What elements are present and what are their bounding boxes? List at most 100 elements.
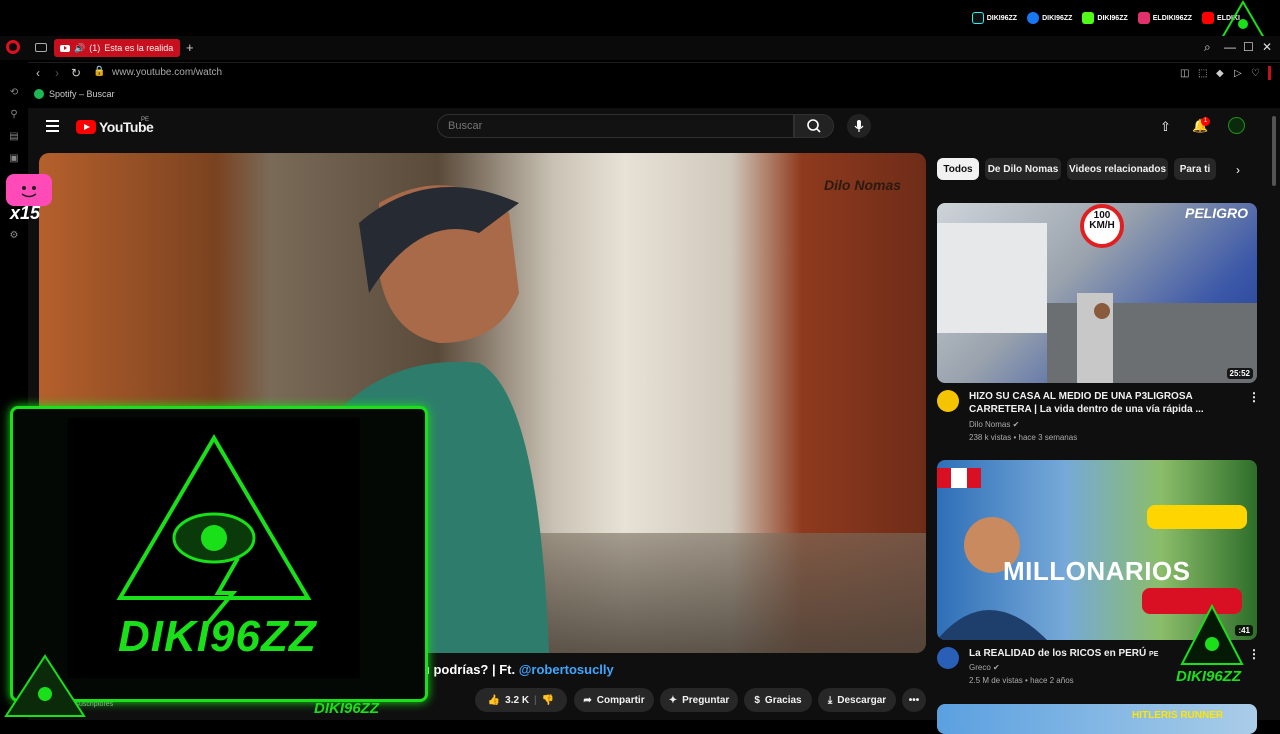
- verified-icon: ✔: [1012, 420, 1020, 429]
- video-duration: 25:52: [1226, 368, 1253, 379]
- social-kick: DIKI96ZZ: [1082, 12, 1128, 24]
- country-code: PE: [141, 117, 150, 123]
- youtube-logo-icon: [76, 120, 96, 134]
- rec-thumbnail[interactable]: 100 KM/H PELIGRO 25:52: [937, 203, 1257, 383]
- thanks-button[interactable]: $ Gracias: [744, 688, 812, 712]
- scrollbar[interactable]: [1272, 116, 1276, 186]
- rec-stats: 2.5 M de vistas • hace 2 años: [969, 676, 1074, 685]
- chevron-right-icon[interactable]: ›: [1236, 163, 1240, 177]
- green-mascot-icon: [4, 654, 86, 717]
- sparkle-icon: ✦: [668, 694, 678, 706]
- like-dislike-group: 👍 3.2 K | 👎: [475, 688, 567, 712]
- new-tab-button[interactable]: +: [186, 40, 194, 55]
- social-instagram: ELDIKI96ZZ: [1137, 12, 1192, 24]
- url-field[interactable]: www.youtube.com/watch: [112, 67, 222, 78]
- chip-related[interactable]: Videos relacionados: [1067, 158, 1168, 180]
- instagram-icon: [1137, 12, 1150, 24]
- streamer-name: DIKI96ZZ: [314, 700, 380, 717]
- channel-avatar[interactable]: [937, 390, 959, 412]
- rec-channel[interactable]: Dilo Nomas ✔: [969, 420, 1019, 429]
- chip-all[interactable]: Todos: [937, 158, 979, 180]
- social-facebook: DIKI96ZZ: [1027, 12, 1072, 24]
- tiktok-icon: [971, 12, 984, 24]
- sidebar-toggle[interactable]: [1268, 66, 1271, 80]
- tab-notification-count: (1): [89, 43, 101, 53]
- thumb-overlay-text: MILLONARIOS: [1003, 556, 1191, 586]
- search-input[interactable]: [437, 114, 794, 138]
- search-tabs-icon[interactable]: ⌕: [1204, 40, 1211, 55]
- tab-youtube[interactable]: 🔊 (1) Esta es la realida: [54, 39, 180, 57]
- snapshot-icon[interactable]: ⬚: [1198, 68, 1207, 79]
- ask-button[interactable]: ✦ Preguntar: [660, 688, 738, 712]
- thanks-icon: $: [754, 694, 760, 706]
- voice-search-button[interactable]: [847, 114, 871, 138]
- verified-icon: ✔: [993, 663, 1000, 672]
- rec-stats: 238 k vistas • hace 3 semanas: [969, 433, 1078, 442]
- settings-icon[interactable]: ⚙: [8, 230, 20, 242]
- spotify-icon: [34, 89, 44, 99]
- mention-link[interactable]: @robertosuclly: [519, 662, 614, 677]
- social-tiktok: DIKI96ZZ: [971, 12, 1017, 24]
- rec-title[interactable]: La REALIDAD de los RICOS en PERÚ PE: [969, 647, 1158, 661]
- bookmark-icon[interactable]: ◫: [1180, 68, 1189, 79]
- notes-icon[interactable]: ▤: [8, 131, 20, 143]
- dislike-icon[interactable]: 👎: [542, 695, 554, 706]
- bookmark-spotify[interactable]: Spotify – Buscar: [34, 89, 115, 99]
- extensions-icon[interactable]: ⚲: [8, 109, 20, 121]
- share-button[interactable]: ➦ Compartir: [574, 688, 654, 712]
- corner-triangle-icon: [1180, 604, 1244, 665]
- more-icon: •••: [908, 694, 920, 706]
- more-options-icon[interactable]: ⋮: [1248, 390, 1260, 404]
- facebook-icon: [1027, 12, 1040, 24]
- chip-for-you[interactable]: Para ti: [1174, 158, 1216, 180]
- divider: |: [534, 694, 537, 706]
- play-icon[interactable]: ▷: [1234, 68, 1242, 79]
- opera-logo-icon[interactable]: [6, 40, 20, 54]
- streamer-logo-text: DIKI96ZZ: [118, 612, 317, 661]
- forward-icon[interactable]: ›: [55, 66, 59, 80]
- more-actions-button[interactable]: •••: [902, 688, 926, 712]
- heart-icon[interactable]: ♡: [1251, 68, 1260, 79]
- shield-icon[interactable]: ◆: [1216, 68, 1224, 79]
- kick-icon: [1082, 12, 1095, 24]
- multiplier-badge: x15: [10, 203, 41, 223]
- share-icon: ➦: [583, 694, 592, 706]
- create-icon[interactable]: ⇧: [1160, 119, 1171, 135]
- download-icon: ⤓: [827, 694, 833, 706]
- more-options-icon[interactable]: ⋮: [1248, 647, 1260, 661]
- channel-watermark: Dilo Nomas: [824, 177, 902, 193]
- speed-sign: 100 KM/H: [1089, 210, 1115, 231]
- minimize-icon[interactable]: —: [1224, 40, 1236, 54]
- channel-avatar[interactable]: [937, 647, 959, 669]
- rec-title[interactable]: HIZO SU CASA AL MEDIO DE UNA P3LIGROSA C…: [969, 390, 1229, 416]
- menu-icon[interactable]: [46, 120, 59, 132]
- pink-sticker-icon: [6, 174, 52, 206]
- history-icon[interactable]: ⟲: [8, 87, 20, 99]
- maximize-icon[interactable]: ☐: [1243, 40, 1254, 54]
- download-button[interactable]: ⤓ Descargar: [818, 688, 896, 712]
- social-handles: DIKI96ZZ DIKI96ZZ DIKI96ZZ ELDIKI96ZZ EL…: [971, 12, 1240, 24]
- notification-badge: 1: [1201, 117, 1210, 126]
- reload-icon[interactable]: ↻: [71, 66, 81, 80]
- chip-from-channel[interactable]: De Dilo Nomas: [985, 158, 1061, 180]
- rec-channel[interactable]: Greco ✔: [969, 663, 1000, 672]
- back-icon[interactable]: ‹: [36, 66, 40, 80]
- speaker-icon: 🔊: [74, 42, 86, 53]
- account-avatar[interactable]: [1228, 117, 1245, 134]
- like-count[interactable]: 3.2 K: [505, 695, 529, 706]
- tab-title: Esta es la realida: [104, 43, 174, 53]
- search-button[interactable]: [794, 114, 834, 138]
- lock-icon: 🔒: [93, 66, 106, 77]
- truck-banner: PELIGRO: [1185, 205, 1249, 221]
- rec-thumbnail[interactable]: HITLERIS RUNNER: [937, 704, 1257, 734]
- microphone-icon: [854, 120, 864, 132]
- close-icon[interactable]: ✕: [1262, 40, 1272, 54]
- tab-overview-icon[interactable]: [35, 43, 47, 52]
- streamer-corner-name: DIKI96ZZ: [1176, 668, 1242, 685]
- corner-emblem-icon: [1220, 0, 1266, 39]
- search-icon: [807, 119, 821, 133]
- like-icon[interactable]: 👍: [488, 695, 500, 706]
- thumb-overlay-text: HITLERIS RUNNER: [1132, 710, 1224, 721]
- messenger-icon[interactable]: ▣: [8, 153, 20, 165]
- youtube-icon: [1202, 12, 1215, 24]
